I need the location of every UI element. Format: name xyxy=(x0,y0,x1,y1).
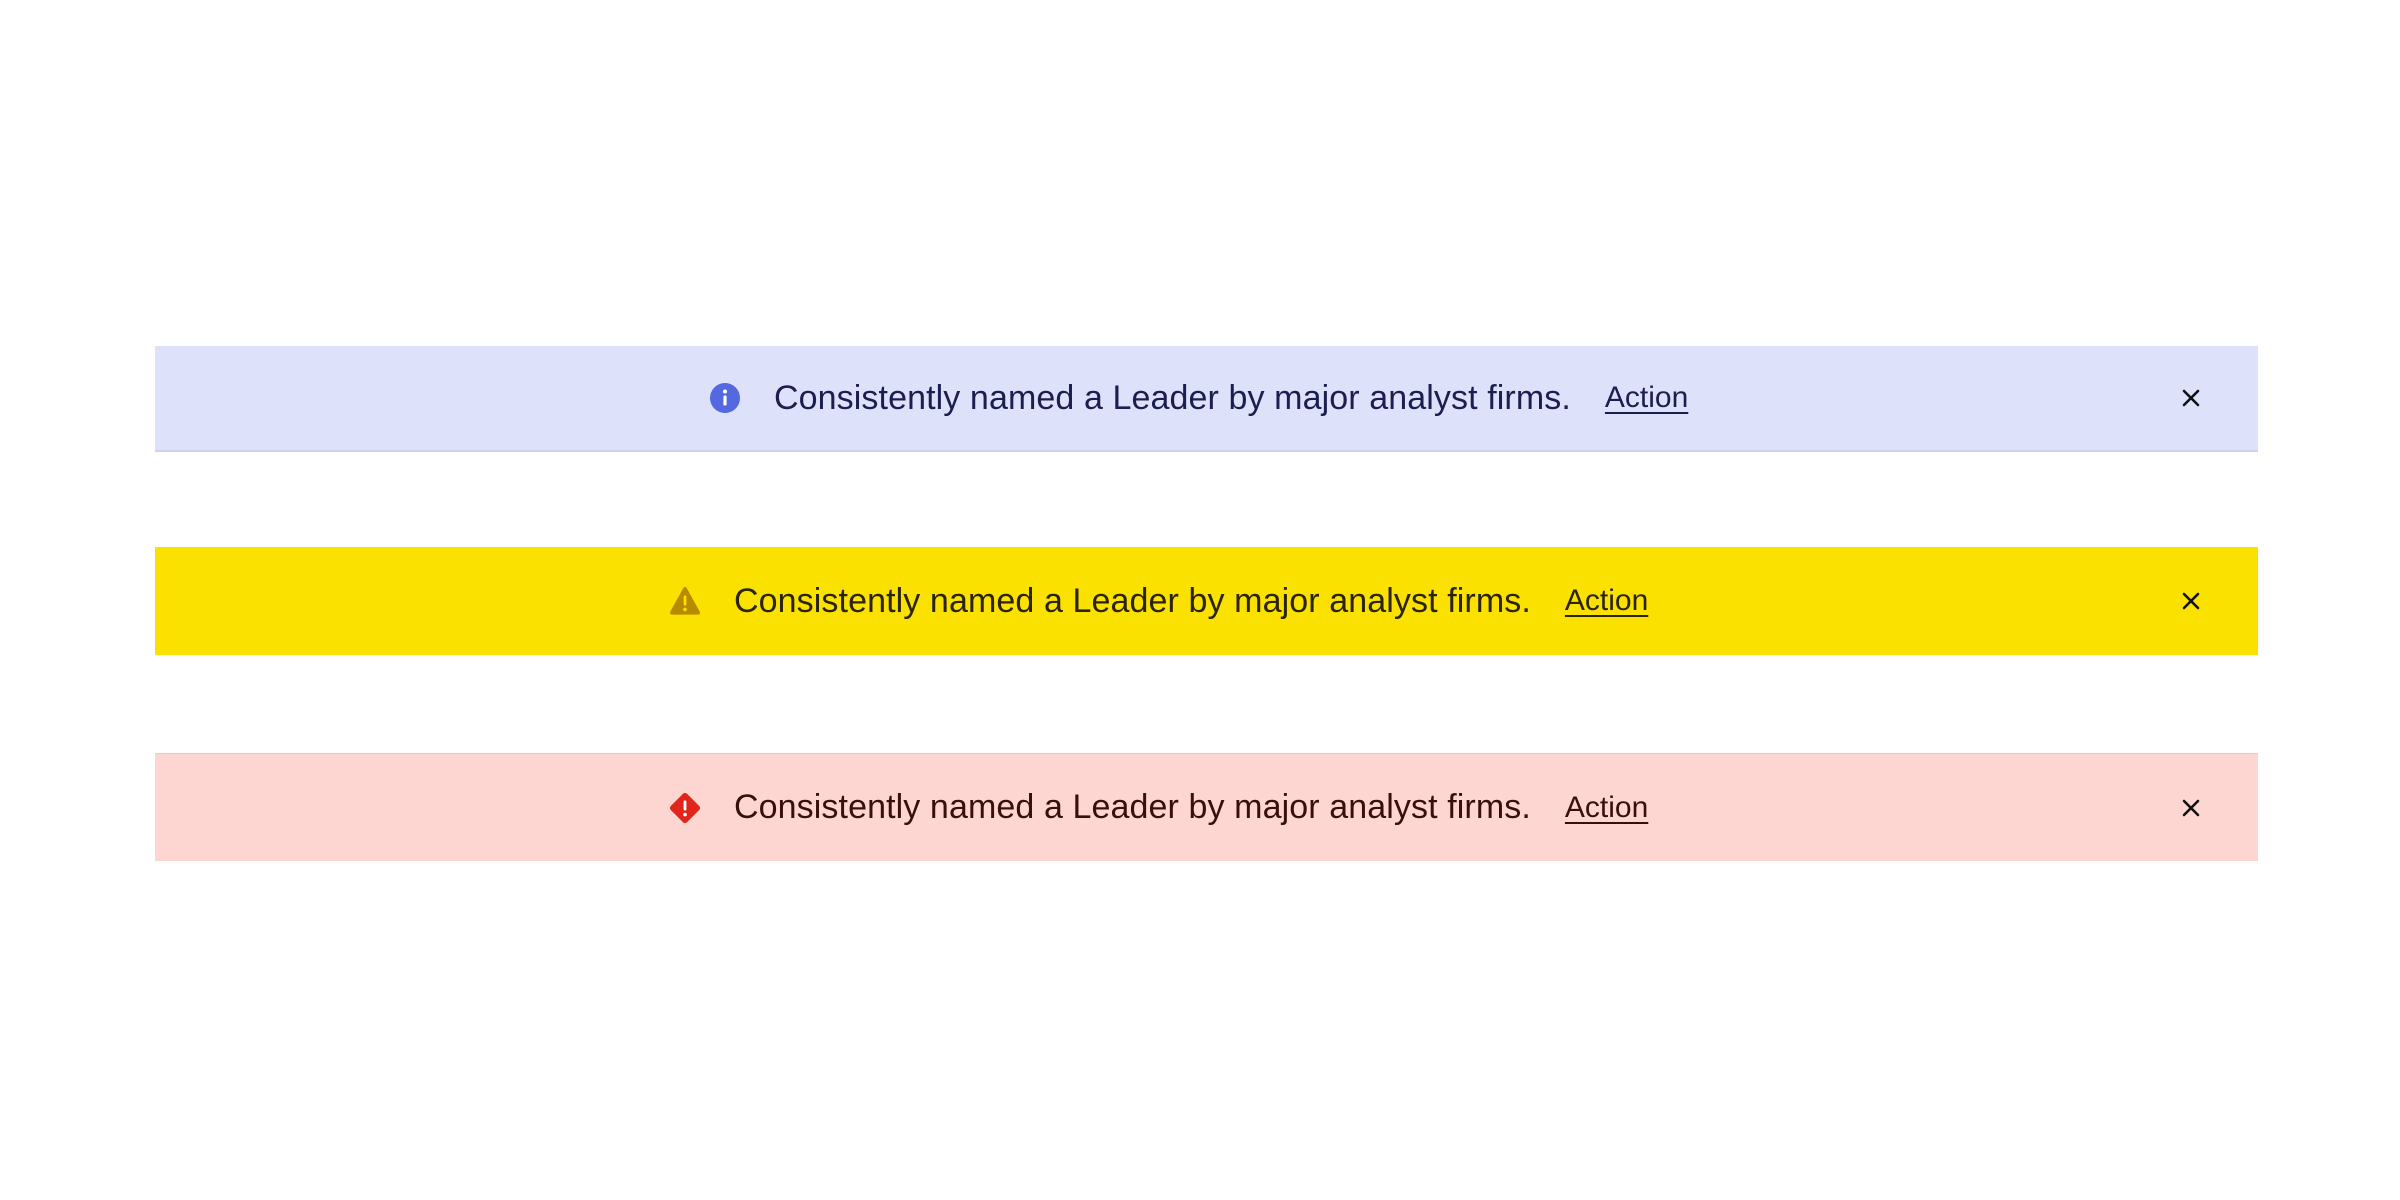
close-button[interactable] xyxy=(2178,385,2204,411)
close-icon xyxy=(2182,389,2200,407)
action-link[interactable]: Action xyxy=(1565,584,1648,618)
warning-banner-content: Consistently named a Leader by major ana… xyxy=(669,547,1648,655)
info-circle-icon xyxy=(709,382,741,414)
close-button[interactable] xyxy=(2178,588,2204,614)
error-banner-content: Consistently named a Leader by major ana… xyxy=(669,754,1648,861)
action-link[interactable]: Action xyxy=(1605,381,1688,415)
action-link[interactable]: Action xyxy=(1565,791,1648,825)
warning-triangle-icon xyxy=(669,585,701,617)
banner-message: Consistently named a Leader by major ana… xyxy=(734,788,1531,826)
close-icon xyxy=(2182,799,2200,816)
close-icon xyxy=(2182,592,2200,610)
warning-banner: Consistently named a Leader by major ana… xyxy=(155,547,2258,655)
error-banner: Consistently named a Leader by major ana… xyxy=(155,753,2258,861)
banner-message: Consistently named a Leader by major ana… xyxy=(774,378,1571,417)
banner-message: Consistently named a Leader by major ana… xyxy=(734,581,1531,620)
info-banner-content: Consistently named a Leader by major ana… xyxy=(709,346,1688,450)
error-diamond-icon xyxy=(669,792,701,824)
close-button[interactable] xyxy=(2178,795,2204,821)
info-banner: Consistently named a Leader by major ana… xyxy=(155,346,2258,452)
